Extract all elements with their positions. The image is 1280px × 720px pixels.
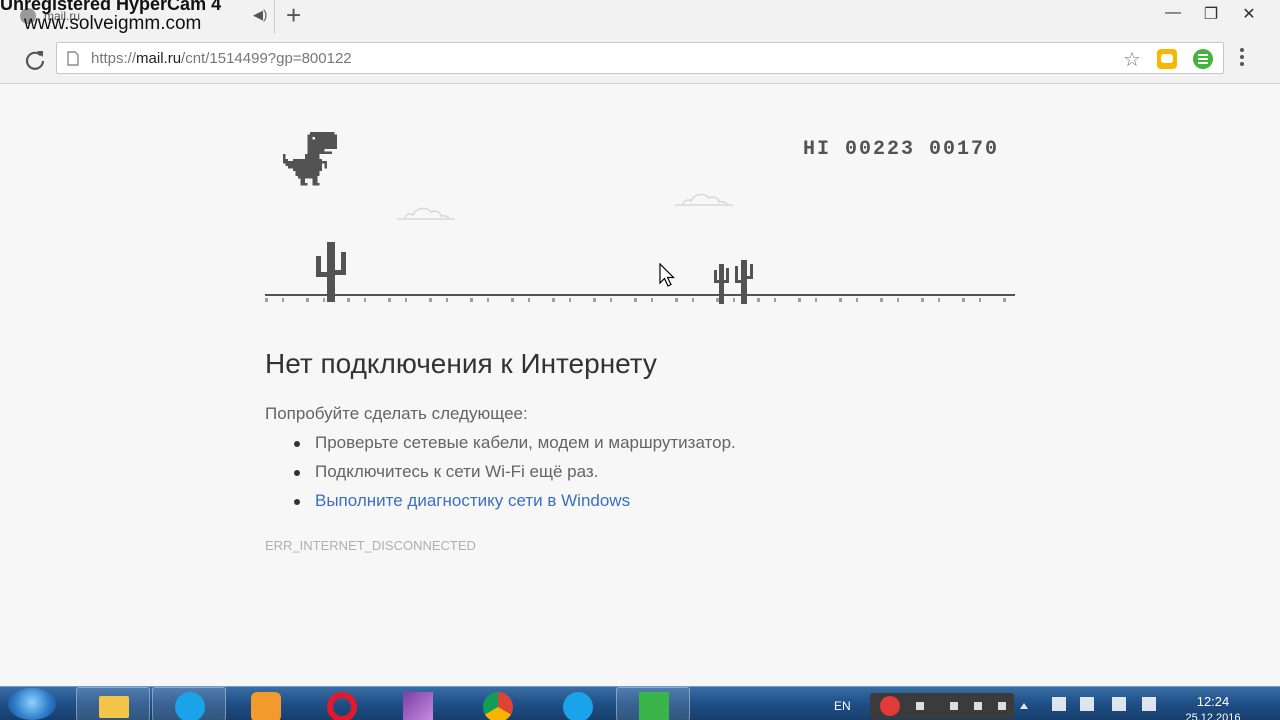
browser-toolbar: https://mail.ru/cnt/1514499?gp=800122 ☆ — [0, 38, 1280, 84]
winrar-icon — [403, 692, 433, 720]
taskbar-winrar[interactable] — [380, 687, 454, 720]
recording-watermark: Unregistered HyperCam 4 www.solveigmm.co… — [0, 0, 221, 34]
close-button[interactable]: ✕ — [1239, 4, 1259, 24]
stop-record-icon[interactable] — [916, 702, 924, 710]
url-scheme: https:// — [91, 50, 137, 67]
watermark-line1: Unregistered HyperCam 4 — [0, 0, 222, 14]
skype-icon — [563, 692, 593, 720]
usb-device-icon[interactable] — [1080, 697, 1094, 711]
url-path: /cnt/1514499?gp=800122 — [181, 50, 352, 67]
skype-icon — [175, 692, 205, 720]
chrome-icon — [483, 692, 513, 720]
error-title: Нет подключения к Интернету — [265, 348, 657, 379]
suggestion-item: Подключитесь к сети Wi-Fi ещё раз. — [294, 462, 736, 491]
show-hidden-icons[interactable] — [1020, 703, 1028, 709]
action-center-flag-icon[interactable] — [1052, 697, 1066, 711]
dino-game[interactable]: HI 00223 00170 — [265, 120, 1015, 310]
screenshot-icon[interactable] — [950, 702, 958, 710]
url-text[interactable]: https://mail.ru/cnt/1514499?gp=800122 — [91, 50, 352, 67]
error-code: ERR_INTERNET_DISCONNECTED — [265, 538, 476, 553]
diagnostics-link[interactable]: Выполните диагностику сети в Windows — [294, 491, 736, 520]
extension-list-icon[interactable] — [1193, 49, 1213, 69]
taskbar-skype[interactable] — [152, 687, 226, 720]
page-icon — [67, 51, 79, 66]
start-button[interactable] — [8, 688, 56, 720]
suggestion-item: Проверьте сетевые кабели, модем и маршру… — [294, 433, 736, 462]
suggestion-list: Проверьте сетевые кабели, модем и маршру… — [294, 433, 736, 520]
cloud-icon — [675, 193, 733, 206]
media-player-icon — [251, 692, 281, 720]
clock[interactable]: 12:24 25.12.2016 — [1178, 694, 1248, 720]
language-indicator[interactable]: EN — [834, 699, 851, 713]
mouse-cursor-icon — [659, 263, 675, 287]
cactus-icon — [316, 242, 346, 302]
taskbar-skype-2[interactable] — [540, 687, 614, 720]
score-display: HI 00223 00170 — [802, 138, 999, 161]
star-icon[interactable]: ☆ — [1123, 47, 1141, 72]
clock-date: 25.12.2016 — [1185, 712, 1241, 720]
tab-strip: mail.ru ◀) + Unregistered HyperCam 4 www… — [0, 0, 1280, 38]
cursor-toggle-icon[interactable] — [974, 702, 982, 710]
minimize-button[interactable]: — — [1163, 4, 1183, 22]
opera-icon — [327, 692, 357, 720]
taskbar-chrome[interactable] — [460, 687, 534, 720]
taskbar-media-player[interactable] — [228, 687, 302, 720]
taskbar-android-app[interactable] — [616, 687, 690, 720]
recorder-controls — [870, 693, 1014, 719]
reload-icon[interactable] — [22, 47, 48, 73]
clock-time: 12:24 — [1196, 694, 1230, 709]
pause-record-icon[interactable] — [880, 696, 900, 716]
ground-line — [265, 294, 1015, 296]
system-tray — [1020, 697, 1160, 717]
android-icon — [639, 692, 669, 720]
volume-icon[interactable] — [1142, 697, 1156, 711]
error-subtitle: Попробуйте сделать следующее: — [265, 404, 528, 423]
url-host: mail.ru — [136, 50, 182, 67]
restore-button[interactable]: ❐ — [1201, 4, 1221, 24]
window-capture-icon[interactable] — [998, 702, 1006, 710]
network-icon[interactable] — [1112, 697, 1126, 711]
ground-texture — [265, 298, 1015, 302]
taskbar: EN 12:24 25.12.2016 — [0, 686, 1280, 720]
address-bar[interactable]: https://mail.ru/cnt/1514499?gp=800122 ☆ — [56, 42, 1224, 74]
audio-icon[interactable]: ◀) — [253, 7, 267, 23]
dino-icon — [283, 132, 337, 186]
taskbar-opera[interactable] — [304, 687, 378, 720]
explorer-icon — [99, 696, 129, 718]
cloud-icon — [397, 207, 455, 220]
menu-icon[interactable] — [1240, 48, 1244, 68]
new-tab-button[interactable]: + — [286, 2, 301, 28]
watermark-line2: www.solveigmm.com — [24, 13, 202, 34]
taskbar-explorer[interactable] — [76, 687, 150, 720]
extension-chat-icon[interactable] — [1157, 49, 1177, 69]
